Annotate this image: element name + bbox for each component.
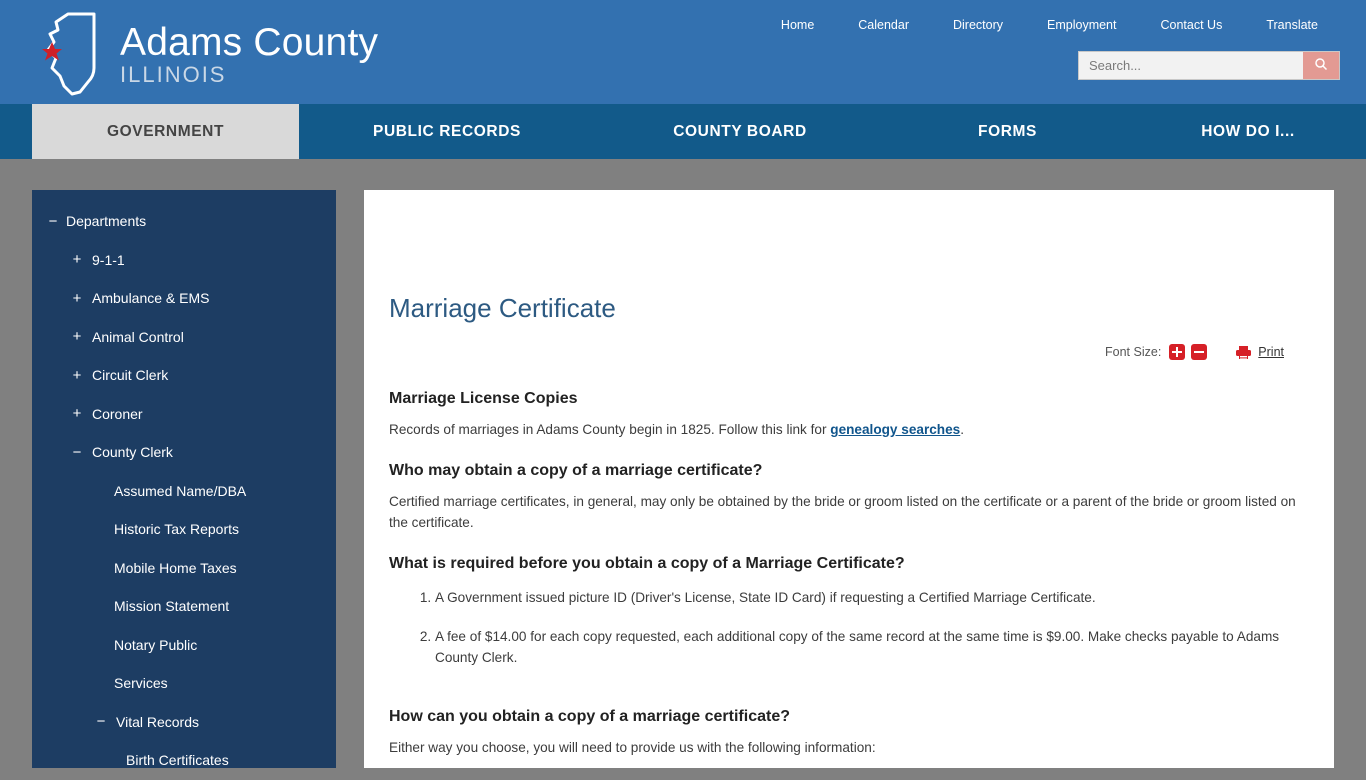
sidebar-item-label: Animal Control	[92, 328, 184, 345]
page-title: Marriage Certificate	[389, 293, 616, 323]
sidebar-item-label: Departments	[66, 213, 147, 230]
utility-link-home[interactable]: Home	[759, 18, 836, 32]
nav-tab-how-do-i[interactable]: HOW DO I...	[1130, 104, 1366, 159]
expand-plus-icon[interactable]: +	[70, 368, 84, 383]
content-panel: Marriage Certificate Font Size: Print Ma…	[364, 190, 1334, 768]
sidebar-item-animal-control[interactable]: + Animal Control	[32, 318, 336, 357]
utility-nav: Home Calendar Directory Employment Conta…	[759, 18, 1340, 32]
search-bar	[1078, 51, 1340, 80]
sidebar-item-label: Ambulance & EMS	[92, 290, 210, 307]
nav-tab-county-board[interactable]: COUNTY BOARD	[595, 104, 885, 159]
section-paragraph-who-may-obtain: Certified marriage certificates, in gene…	[389, 494, 1296, 530]
list-item: A fee of $14.00 for each copy requested,…	[435, 626, 1309, 686]
section-heading-marriage-license-copies: Marriage License Copies	[389, 390, 578, 407]
section-paragraph-records: Records of marriages in Adams County beg…	[389, 408, 1309, 440]
expand-plus-icon[interactable]: +	[70, 329, 84, 344]
section-heading-what-is-required: What is required before you obtain a cop…	[389, 555, 905, 572]
page-body: − Departments + 9-1-1 + Ambulance & EMS …	[0, 159, 1366, 768]
sidebar-item-label: 9-1-1	[92, 251, 125, 268]
site-header: Adams County ILLINOIS Home Calendar Dire…	[0, 0, 1366, 104]
brand-name: Adams County	[120, 20, 379, 64]
sidebar-item-label: Notary Public	[114, 636, 198, 653]
collapse-minus-icon[interactable]: −	[94, 714, 108, 729]
main-navigation: GOVERNMENT PUBLIC RECORDS COUNTY BOARD F…	[0, 104, 1366, 159]
list-item: A Government issued picture ID (Driver's…	[435, 587, 1309, 626]
information-list: The name of the Spouse A (legal name use…	[389, 758, 1309, 768]
sidebar-item-birth-certificates[interactable]: Birth Certificates	[32, 741, 336, 780]
sidebar-item-label: Birth Certificates	[126, 752, 229, 769]
section-heading-how-can-you-obtain: How can you obtain a copy of a marriage …	[389, 708, 790, 725]
sidebar-item-911[interactable]: + 9-1-1	[32, 241, 336, 280]
search-icon	[1315, 58, 1328, 71]
sidebar-item-assumed-name-dba[interactable]: Assumed Name/DBA	[32, 472, 336, 511]
paragraph-text-lead: Records of marriages in Adams County beg…	[389, 422, 831, 437]
font-size-decrease-button[interactable]	[1191, 344, 1208, 360]
sidebar-item-label: Coroner	[92, 405, 143, 422]
printer-icon	[1236, 345, 1252, 359]
sidebar-item-mobile-home-taxes[interactable]: Mobile Home Taxes	[32, 549, 336, 588]
expand-plus-icon[interactable]: +	[70, 406, 84, 421]
sidebar-item-label: Mission Statement	[114, 598, 230, 615]
font-size-label: Font Size:	[1105, 345, 1162, 359]
expand-plus-icon[interactable]: +	[70, 252, 84, 267]
brand-state: ILLINOIS	[120, 61, 227, 87]
utility-link-contact-us[interactable]: Contact Us	[1139, 18, 1245, 32]
font-size-increase-button[interactable]	[1169, 344, 1186, 360]
requirements-list: A Government issued picture ID (Driver's…	[389, 573, 1309, 686]
sidebar-item-services[interactable]: Services	[32, 664, 336, 703]
sidebar-item-label: Assumed Name/DBA	[114, 482, 247, 499]
sidebar-item-mission-statement[interactable]: Mission Statement	[32, 587, 336, 626]
expand-plus-icon[interactable]: +	[70, 291, 84, 306]
search-input[interactable]	[1079, 52, 1303, 79]
sidebar-item-county-clerk[interactable]: − County Clerk	[32, 433, 336, 472]
site-brand[interactable]: Adams County ILLINOIS	[38, 10, 378, 98]
print-link[interactable]: Print	[1235, 345, 1284, 360]
nav-tab-forms[interactable]: FORMS	[885, 104, 1130, 159]
sidebar-item-ambulance-ems[interactable]: + Ambulance & EMS	[32, 279, 336, 318]
utility-link-employment[interactable]: Employment	[1025, 18, 1138, 32]
collapse-minus-icon[interactable]: −	[70, 445, 84, 460]
paragraph-text-trail: .	[960, 422, 965, 437]
print-label: Print	[1258, 345, 1284, 359]
sidebar-item-vital-records[interactable]: − Vital Records	[32, 703, 336, 742]
utility-link-translate[interactable]: Translate	[1244, 18, 1340, 32]
utility-link-calendar[interactable]: Calendar	[836, 18, 931, 32]
collapse-minus-icon[interactable]: −	[46, 214, 60, 229]
sidebar-item-label: Vital Records	[116, 713, 200, 730]
sidebar-item-label: Services	[114, 675, 168, 692]
sidebar-item-label: County Clerk	[92, 444, 173, 461]
sidebar-item-label: Mobile Home Taxes	[114, 559, 237, 576]
utility-link-directory[interactable]: Directory	[931, 18, 1025, 32]
illinois-outline-star-icon	[42, 12, 96, 96]
section-heading-who-may-obtain: Who may obtain a copy of a marriage cert…	[389, 462, 763, 479]
genealogy-searches-link[interactable]: genealogy searches	[830, 422, 960, 437]
sidebar-item-label: Historic Tax Reports	[114, 521, 240, 538]
nav-tab-public-records[interactable]: PUBLIC RECORDS	[299, 104, 595, 159]
sidebar-item-circuit-clerk[interactable]: + Circuit Clerk	[32, 356, 336, 395]
nav-tab-government[interactable]: GOVERNMENT	[32, 104, 299, 159]
sidebar-item-notary-public[interactable]: Notary Public	[32, 626, 336, 665]
search-submit-button[interactable]	[1303, 52, 1339, 79]
sidebar-item-label: Circuit Clerk	[92, 367, 169, 384]
section-paragraph-how-can-you-obtain: Either way you choose, you will need to …	[389, 740, 876, 755]
sidebar-item-historic-tax-reports[interactable]: Historic Tax Reports	[32, 510, 336, 549]
sidebar-item-coroner[interactable]: + Coroner	[32, 395, 336, 434]
page-tools: Font Size: Print	[389, 344, 1309, 360]
sidebar-item-departments[interactable]: − Departments	[32, 202, 336, 241]
sidebar-navigation: − Departments + 9-1-1 + Ambulance & EMS …	[32, 190, 336, 768]
